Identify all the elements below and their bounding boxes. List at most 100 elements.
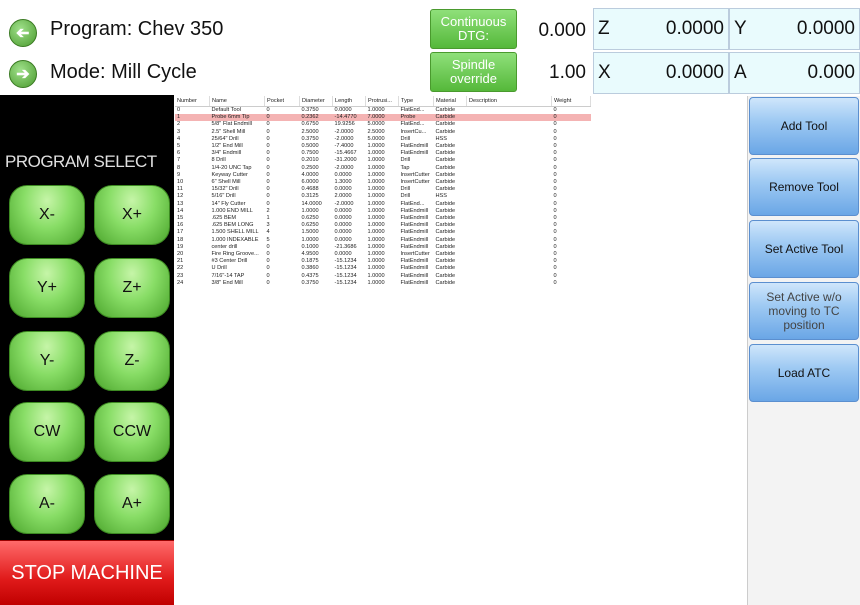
table-cell: 7/16"-14 TAP [211,272,245,279]
table-cell: 0 [553,251,557,258]
table-cell [467,251,552,258]
table-cell: InsertCutter [400,179,430,186]
jog-a-minus-button[interactable]: A- [9,474,85,534]
table-row[interactable]: 7 8 Drill 0 0.2010 -31.2000 1.0000 Drill Carbid… [175,157,591,164]
spindle-override-button[interactable]: Spindle override [430,52,517,92]
table-row[interactable]: 4 25/64" Drill 0 0.3750 -2.0000 5.0000 Drill HS… [175,136,591,143]
dro-z[interactable]: Z 0.0000 [593,8,729,50]
table-row[interactable]: 3 2.5" Shell Mill 0 2.5000 -2.0000 2.5000 Inse… [175,129,591,136]
table-cell: 1.0000 [367,236,385,243]
table-row[interactable]: 5 1/2" End Mill 0 0.5000 -7.4000 1.0000 FlatEn… [175,143,591,150]
add-tool-button[interactable]: Add Tool [749,97,859,155]
jog-y-plus-button[interactable]: Y+ [9,258,85,318]
table-cell [467,165,552,172]
table-row[interactable]: 22 U Drill 0 0.3860 -15.1234 1.0000 FlatEndmil… [175,265,591,272]
program-select-label[interactable]: PROGRAM SELECT [5,152,157,172]
table-row[interactable]: 15 .625 BEM 1 0.6250 0.0000 1.0000 FlatEndmill… [175,215,591,222]
jog-z-minus-button[interactable]: Z- [94,331,170,391]
table-row[interactable]: 10 6" Shell Mill 0 6.0000 1.3000 1.0000 Insert… [175,179,591,186]
table-cell: Fire Ring Groove... [211,251,259,258]
back-arrow-button[interactable]: ➔ [9,19,37,47]
table-cell: 1.5000 [301,229,319,236]
jog-z-plus-button[interactable]: Z+ [94,258,170,318]
tool-table[interactable]: Number Name Pocket Diameter Length Protr… [175,96,748,605]
table-row[interactable]: 18 1.000 INDEXABLE 5 1.0000 0.0000 1.0000 Flat… [175,237,591,244]
table-row[interactable]: 23 7/16"-14 TAP 0 0.4375 -15.1234 1.0000 FlatE… [175,273,591,280]
table-cell: 0.0000 [334,229,352,236]
col-length[interactable]: Length [332,96,366,107]
dro-x-value: 0.0000 [665,62,724,83]
dro-a[interactable]: A 0.000 [729,52,860,94]
table-cell: 0 [266,272,270,279]
jog-x-plus-button[interactable]: X+ [94,185,170,245]
table-cell: 16 [177,222,184,229]
table-row[interactable]: 20 Fire Ring Groove... 0 4.9500 0.0000 1.0000… [175,251,591,258]
col-weight[interactable]: Weight [551,96,591,107]
col-protrusion[interactable]: Protrusi... [365,96,399,107]
set-active-no-move-button[interactable]: Set Active w/o moving to TC position [749,282,859,340]
table-row[interactable]: 17 1.500 SHELL MILL 4 1.5000 0.0000 1.0000 Fla… [175,229,591,236]
table-cell: FlatEndmill [400,243,429,250]
dro-y-label: Y [734,18,747,39]
jog-cw-button[interactable]: CW [9,402,85,462]
table-row[interactable]: 6 3/4" Endmill 0 0.7500 -15.4667 1.0000 FlatEn… [175,150,591,157]
jog-a-plus-button[interactable]: A+ [94,474,170,534]
arrow-right-icon: ➔ [16,66,30,83]
table-cell: Default Tool [211,107,241,113]
table-cell: 6 [177,150,181,157]
table-cell: 15/32" Drill [211,186,239,193]
table-row[interactable]: 0 Default Tool 0 0.3750 0.0000 1.0000 FlatEnd.… [175,107,591,115]
jog-x-minus-button[interactable]: X- [9,185,85,245]
table-cell: Probe [398,114,434,122]
table-cell: Probe 6mm Tip [209,114,265,122]
table-cell: -7.4000 [334,143,354,150]
continuous-dtg-button[interactable]: Continuous DTG: [430,9,517,49]
table-cell: Keyway Cutter [211,171,248,178]
jog-ccw-button[interactable]: CCW [94,402,170,462]
col-material[interactable]: Material [433,96,467,107]
table-row[interactable]: 16 .625 BEM LONG 3 0.6250 0.0000 1.0000 FlatEn… [175,222,591,229]
table-cell: 1.0000 [367,171,385,178]
table-row[interactable]: 21 #3 Center Drill 0 0.1875 -15.1234 1.0000 Fl… [175,258,591,265]
table-cell: Drill [400,193,411,200]
table-row[interactable]: 1 Probe 6mm Tip 0 0.2362 -14.4770 7.0000 Probe… [175,114,591,122]
table-cell: 0.0000 [334,207,352,214]
load-atc-button[interactable]: Load ATC [749,344,859,402]
table-row[interactable]: 2 5/8" Flat Endmill 0 0.6750 19.9256 5.0000 Fl… [175,121,591,128]
table-cell: 0.6750 [301,121,319,128]
table-cell: 0 [553,258,557,265]
table-row[interactable]: 8 1/4-20 UNC Tap 0 0.2500 -2.0000 1.0000 Tap Ca… [175,165,591,172]
table-row[interactable]: 19 center drill 0 0.1000 -21.3686 1.0000 FlatE… [175,244,591,251]
table-cell [467,273,552,280]
dro-y[interactable]: Y 0.0000 [729,8,860,50]
table-cell: 3/4" Endmill [211,150,242,157]
table-row[interactable]: 14 1.000 END MILL 2 1.0000 0.0000 1.0000 FlatE… [175,208,591,215]
table-cell: 0 [553,200,557,207]
table-row[interactable]: 24 3/8" End Mill 0 0.3750 -15.1234 1.0000 Flat… [175,280,591,287]
remove-tool-button[interactable]: Remove Tool [749,158,859,216]
table-cell: -2.0000 [334,200,354,207]
forward-arrow-button[interactable]: ➔ [9,60,37,88]
table-row[interactable]: 11 15/32" Drill 0 0.4688 0.0000 1.0000 Drill Ca… [175,186,591,193]
col-name[interactable]: Name [209,96,265,107]
jog-y-minus-button[interactable]: Y- [9,331,85,391]
dro-x[interactable]: X 0.0000 [593,52,729,94]
table-cell: .625 BEM [211,215,237,222]
set-active-tool-button[interactable]: Set Active Tool [749,220,859,278]
col-number[interactable]: Number [175,96,210,107]
table-row[interactable]: 13 14" Fly Cutter 0 14.0000 -2.0000 1.0000 Fla… [175,201,591,208]
col-pocket[interactable]: Pocket [264,96,300,107]
col-description[interactable]: Description [466,96,552,107]
table-cell: 1.0000 [367,193,385,200]
table-row[interactable]: 9 Keyway Cutter 0 4.0000 0.0000 1.0000 InsertC… [175,172,591,179]
table-cell: 4.9500 [301,251,319,258]
table-cell: 0.0000 [334,236,352,243]
stop-machine-button[interactable]: STOP MACHINE [0,540,174,605]
table-cell [467,150,552,157]
table-cell: 3/8" End Mill [211,279,243,286]
table-cell: 6.0000 [301,179,319,186]
col-diameter[interactable]: Diameter [299,96,333,107]
table-row[interactable]: 12 5/16" Drill 0 0.3125 2.0000 1.0000 Drill HSS… [175,193,591,200]
col-type[interactable]: Type [398,96,434,107]
table-cell [467,129,552,136]
